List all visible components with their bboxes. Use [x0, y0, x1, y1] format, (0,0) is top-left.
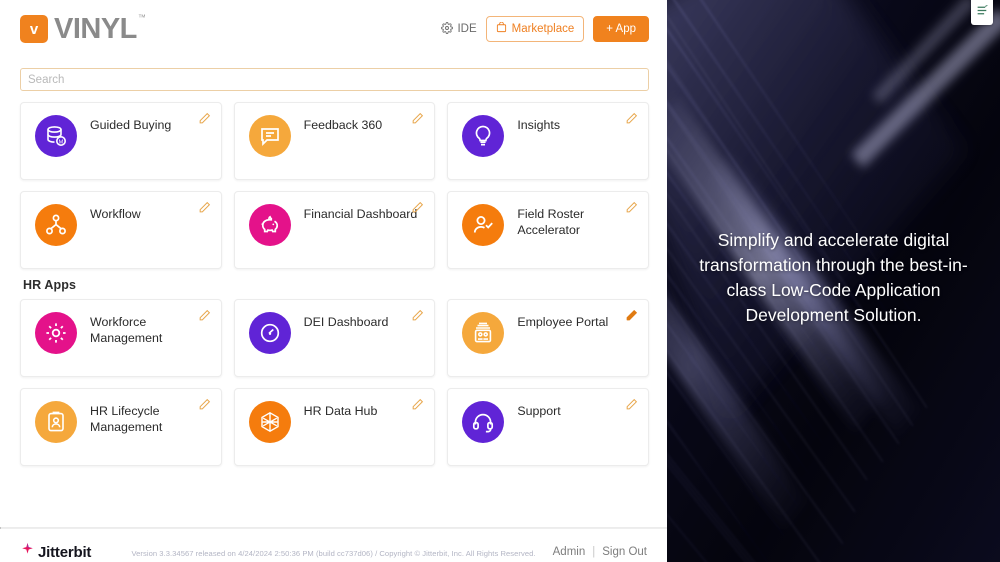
portal-window-icon: [462, 312, 505, 354]
gear-icon: [441, 21, 454, 37]
headset-icon: [462, 401, 505, 443]
app-grid-container: M Guided Buying Feedback 360 Insights Wo…: [0, 91, 667, 527]
edit-pencil-icon[interactable]: [625, 309, 638, 322]
piggy-bank-icon: [248, 204, 291, 246]
app-card-field-roster-accelerator[interactable]: Field Roster Accelerator: [447, 191, 649, 269]
marketplace-button-label: Marketplace: [511, 23, 575, 35]
app-card-label: HR Data Hub: [303, 404, 378, 418]
app-card-workforce-management[interactable]: Workforce Management: [20, 299, 222, 377]
app-card-label: DEI Dashboard: [303, 315, 389, 329]
chat-bubble-icon: [248, 115, 291, 157]
app-header: v VINYL ™ IDE Marketplace + App: [0, 0, 667, 58]
id-badge-icon: [35, 401, 77, 443]
edit-pencil-icon[interactable]: [625, 398, 638, 411]
search-bar: [0, 58, 667, 91]
bag-icon: [496, 21, 507, 36]
app-card-grid-hr: Workforce Management DEI Dashboard Emplo…: [20, 299, 649, 466]
app-card-employee-portal[interactable]: Employee Portal: [447, 299, 649, 377]
lightbulb-icon: [462, 115, 505, 157]
version-text: Version 3.3.34567 released on 4/24/2024 …: [131, 549, 536, 558]
app-card-label: Support: [517, 404, 561, 418]
search-input[interactable]: [20, 68, 649, 91]
gauge-icon: [248, 312, 291, 354]
edit-pencil-icon[interactable]: [625, 201, 638, 214]
vinyl-logo-mark: v: [20, 15, 48, 43]
user-check-icon: [462, 204, 505, 246]
trademark-symbol: ™: [137, 12, 146, 22]
edit-pencil-icon[interactable]: [411, 309, 424, 322]
app-card-label: HR Lifecycle Management: [90, 404, 163, 434]
app-card-feedback-360[interactable]: Feedback 360: [233, 102, 436, 180]
app-footer: Jitterbit Admin | Sign Out Version 3.3.3…: [0, 529, 667, 562]
edit-pencil-icon[interactable]: [625, 112, 638, 125]
app-card-guided-buying[interactable]: M Guided Buying: [20, 102, 222, 180]
app-card-financial-dashboard[interactable]: Financial Dashboard: [233, 191, 436, 269]
app-card-label: Financial Dashboard: [303, 207, 418, 221]
data-hub-icon: [248, 401, 291, 443]
app-card-label: Field Roster Accelerator: [517, 207, 585, 237]
edit-pencil-icon[interactable]: [411, 398, 424, 411]
hamburger-list-icon: [976, 4, 989, 22]
edit-pencil-icon[interactable]: [198, 112, 211, 125]
app-card-label: Insights: [517, 118, 561, 132]
app-card-support[interactable]: Support: [447, 388, 649, 466]
vinyl-logo-text: VINYL: [54, 12, 137, 45]
app-root: v VINYL ™ IDE Marketplace + App Search M…: [0, 0, 1000, 562]
hero-tagline: Simplify and accelerate digital transfor…: [699, 230, 968, 325]
edit-pencil-icon[interactable]: [411, 201, 424, 214]
edit-pencil-icon[interactable]: [198, 201, 211, 214]
marketplace-button[interactable]: Marketplace: [485, 16, 585, 42]
app-card-workflow[interactable]: Workflow: [20, 191, 222, 269]
edit-pencil-icon[interactable]: [198, 309, 211, 322]
app-card-label: Workflow: [90, 207, 141, 221]
app-card-hr-data-hub[interactable]: HR Data Hub: [233, 388, 436, 466]
app-card-label: Workforce Management: [90, 315, 163, 345]
header-actions: IDE Marketplace + App: [441, 16, 649, 42]
app-card-dei-dashboard[interactable]: DEI Dashboard: [233, 299, 436, 377]
app-card-label: Feedback 360: [303, 118, 383, 132]
ide-button[interactable]: IDE: [441, 21, 477, 37]
menu-button[interactable]: [971, 0, 993, 25]
app-card-insights[interactable]: Insights: [447, 102, 649, 180]
app-card-grid-main: M Guided Buying Feedback 360 Insights Wo…: [20, 102, 649, 269]
vinyl-logo: v VINYL ™: [20, 13, 146, 46]
edit-pencil-icon[interactable]: [411, 112, 424, 125]
edit-pencil-icon[interactable]: [198, 398, 211, 411]
main-panel: v VINYL ™ IDE Marketplace + App Search M…: [0, 0, 667, 562]
app-card-hr-lifecycle-management[interactable]: HR Lifecycle Management: [20, 388, 222, 466]
hero-panel: Simplify and accelerate digital transfor…: [667, 0, 1000, 562]
app-card-label: Employee Portal: [517, 315, 609, 329]
ide-button-label: IDE: [457, 23, 477, 35]
group-title-hr-apps: HR Apps: [23, 278, 77, 292]
workflow-nodes-icon: [35, 204, 77, 246]
database-dollar-icon: M: [35, 115, 77, 157]
app-card-label: Guided Buying: [90, 118, 172, 132]
gear-cog-icon: [35, 312, 77, 354]
add-app-button[interactable]: + App: [593, 16, 649, 42]
svg-text:M: M: [59, 139, 64, 145]
